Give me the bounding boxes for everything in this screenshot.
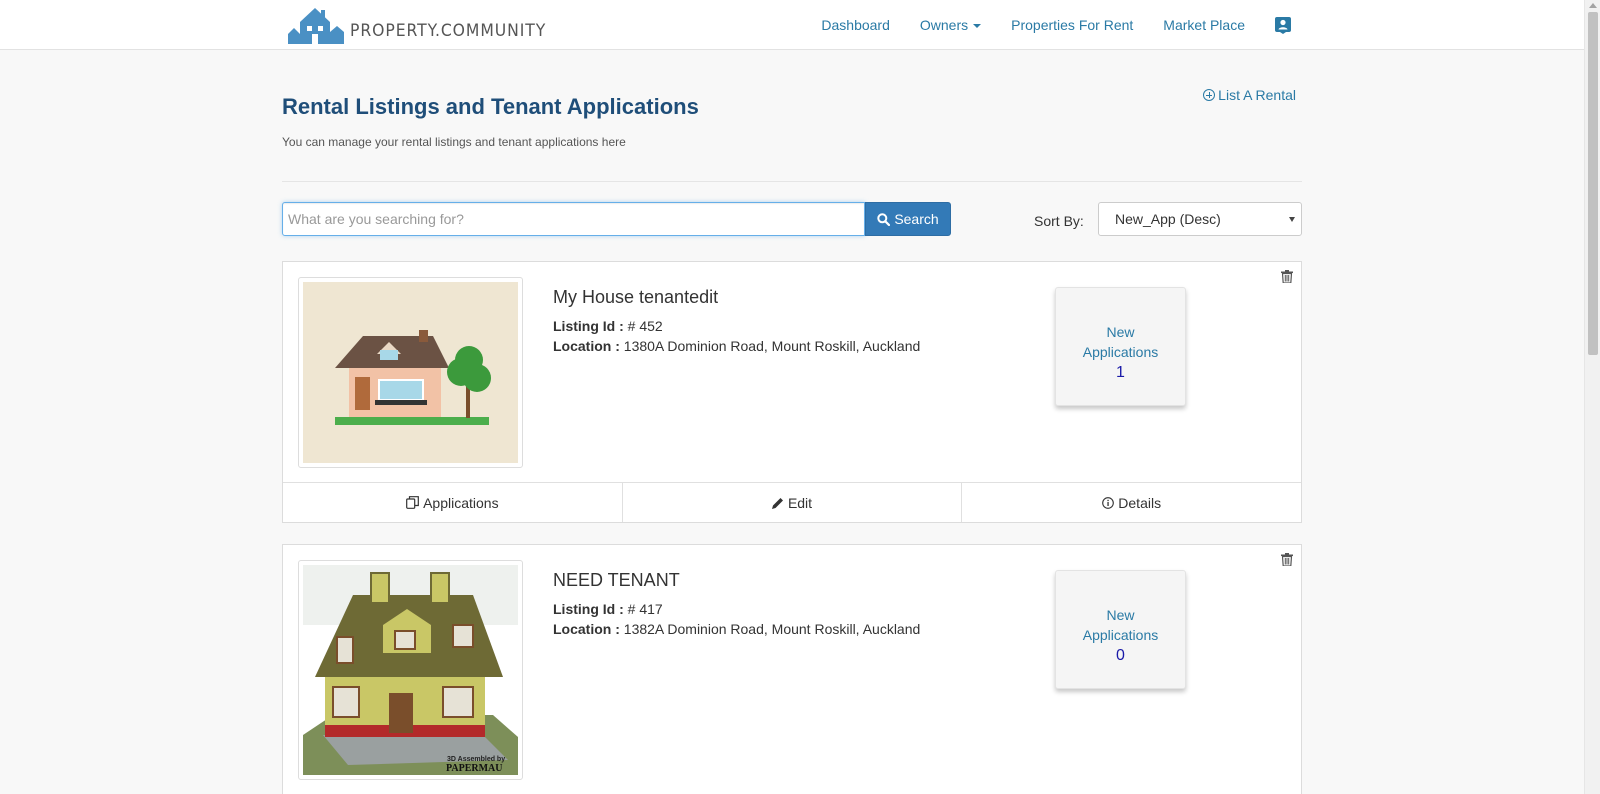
listing-location-value: 1380A Dominion Road, Mount Roskill, Auck…: [623, 338, 921, 354]
listing-card: 3D Assembled by PAPERMAU NEED TENANT Lis…: [282, 544, 1302, 794]
sort-by-select[interactable]: New_App (Desc): [1098, 202, 1302, 236]
search-bar: Search: [282, 202, 951, 236]
sort-by-label: Sort By:: [1034, 213, 1084, 229]
listing-image[interactable]: 3D Assembled by PAPERMAU: [298, 560, 523, 780]
logo-houses-icon: [288, 8, 344, 44]
listing-id: Listing Id : # 417: [553, 601, 663, 617]
logo[interactable]: PROPERTY.COMMUNITY: [286, 4, 563, 44]
plus-circle-icon: [1203, 89, 1216, 101]
scrollbar-thumb[interactable]: [1588, 12, 1598, 355]
house-illustration: [303, 282, 518, 463]
page-subtitle: You can manage your rental listings and …: [282, 135, 626, 149]
divider: [282, 181, 1302, 182]
listing-id-value: # 452: [627, 318, 663, 334]
new-applications-tile[interactable]: New Applications 1: [1055, 287, 1186, 406]
papercraft-house-illustration: 3D Assembled by PAPERMAU: [303, 565, 518, 775]
page-title: Rental Listings and Tenant Applications: [282, 94, 699, 119]
edit-button-label: Edit: [787, 494, 813, 511]
listing-actions: Applications Edit Details: [283, 482, 1301, 522]
caret-down-icon: [973, 24, 982, 29]
main-nav: Dashboard Owners Properties For Rent Mar…: [791, 0, 1291, 50]
listing-card: My House tenantedit Listing Id : # 452 L…: [282, 261, 1302, 523]
applications-button[interactable]: Applications: [283, 483, 623, 522]
applications-button-label: Applications: [423, 494, 499, 511]
listing-location-label: Location :: [553, 621, 620, 637]
listing-id: Listing Id : # 452: [553, 318, 663, 334]
new-applications-tile[interactable]: New Applications 0: [1055, 570, 1186, 689]
nav-owners-label: Owners: [919, 17, 969, 33]
trash-icon[interactable]: [1281, 270, 1293, 283]
scroll-up-arrow-icon[interactable]: [1589, 3, 1597, 8]
new-applications-label-1: New: [1106, 324, 1135, 340]
listing-id-label: Listing Id :: [553, 601, 624, 617]
sort-by-value: New_App (Desc): [1115, 211, 1221, 227]
edit-button[interactable]: Edit: [623, 483, 963, 522]
image-caption-1: 3D Assembled by: [447, 756, 505, 763]
new-applications-label-1: New: [1106, 607, 1135, 623]
listing-title: My House tenantedit: [553, 287, 719, 307]
nav-properties-for-rent[interactable]: Properties For Rent: [1011, 17, 1133, 33]
nav-dashboard[interactable]: Dashboard: [821, 17, 890, 33]
search-icon: [877, 212, 891, 226]
new-applications-label-2: Applications: [1082, 627, 1159, 643]
top-navbar: PROPERTY.COMMUNITY Dashboard Owners Prop…: [0, 0, 1584, 50]
search-button[interactable]: Search: [865, 202, 951, 236]
select-arrow-icon: [1289, 217, 1295, 222]
new-applications-count: 1: [1116, 364, 1125, 381]
new-applications-count: 0: [1116, 647, 1125, 664]
search-input[interactable]: [282, 202, 865, 236]
details-button-label: Details: [1118, 494, 1162, 511]
listing-title: NEED TENANT: [553, 570, 680, 590]
copy-icon: [406, 496, 419, 509]
listing-location: Location : 1380A Dominion Road, Mount Ro…: [553, 338, 920, 354]
listing-id-value: # 417: [627, 601, 663, 617]
listing-location-label: Location :: [553, 338, 620, 354]
nav-owners-dropdown[interactable]: Owners: [919, 17, 982, 33]
trash-icon[interactable]: [1281, 553, 1293, 566]
listing-location-value: 1382A Dominion Road, Mount Roskill, Auck…: [623, 621, 921, 637]
pencil-icon: [771, 497, 783, 509]
page-scrollbar[interactable]: [1584, 0, 1600, 794]
image-caption-2: PAPERMAU: [446, 763, 502, 774]
listing-location: Location : 1382A Dominion Road, Mount Ro…: [553, 621, 920, 637]
info-circle-icon: [1102, 496, 1115, 509]
details-button[interactable]: Details: [962, 483, 1301, 522]
search-button-label: Search: [894, 211, 939, 227]
listing-id-label: Listing Id :: [553, 318, 624, 334]
listing-image[interactable]: [298, 277, 523, 468]
new-applications-label-2: Applications: [1082, 344, 1159, 360]
logo-text: PROPERTY.COMMUNITY: [350, 21, 547, 41]
user-profile-icon[interactable]: [1275, 16, 1291, 34]
list-a-rental-link[interactable]: List A Rental: [1203, 87, 1296, 103]
nav-market-place[interactable]: Market Place: [1163, 17, 1245, 33]
list-a-rental-label: List A Rental: [1218, 87, 1296, 103]
